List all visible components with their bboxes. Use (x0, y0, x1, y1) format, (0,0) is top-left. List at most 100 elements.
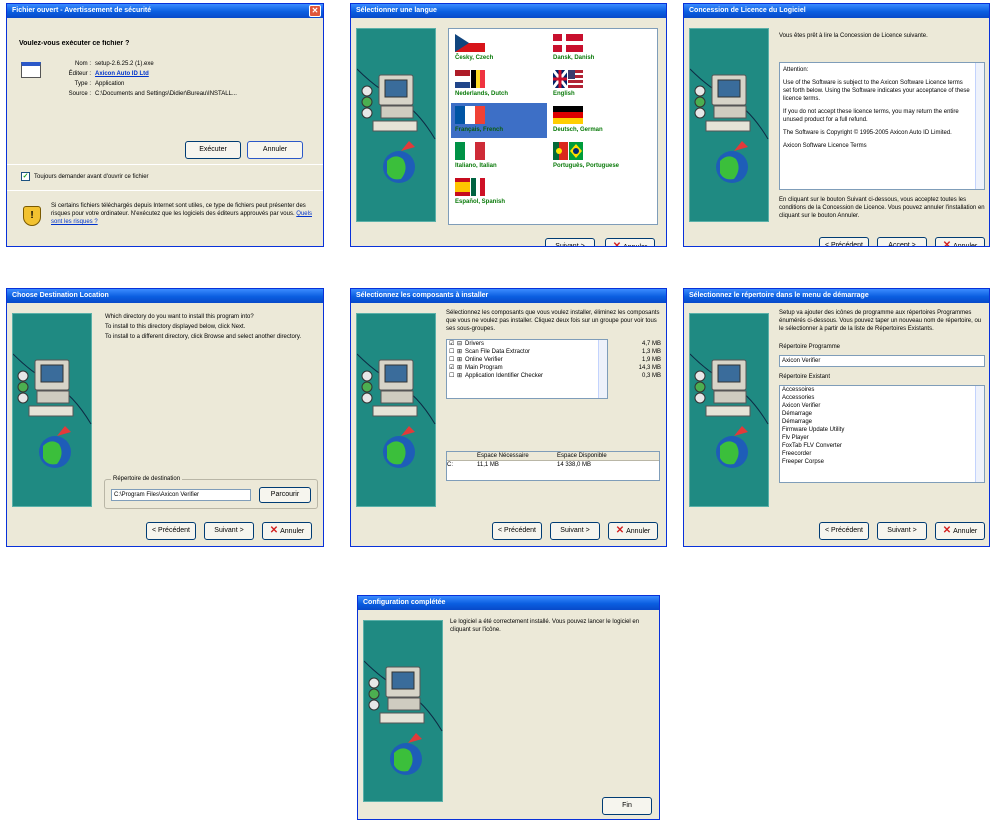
table-row: C: 11,1 MB 14 338,0 MB (447, 462, 592, 468)
program-folder-field[interactable]: Axicon Verifier (779, 355, 985, 367)
finish-button[interactable]: Fin (602, 797, 652, 815)
cancel-button[interactable]: Annuler (247, 141, 303, 159)
next-button[interactable]: Suivant > (550, 522, 600, 540)
side-artwork (689, 28, 769, 222)
cancel-button[interactable]: ✕Annuler (608, 522, 658, 540)
cancel-button[interactable]: ✕Annuler (262, 522, 312, 540)
existing-folders-list[interactable]: Accessoires Accessories Axicon Verifier … (779, 385, 985, 483)
folders-scrollbar[interactable] (975, 386, 984, 482)
application-icon (21, 62, 41, 78)
czech-flag-icon (455, 34, 485, 52)
license-scrollbar[interactable] (975, 63, 984, 189)
run-button[interactable]: Exécuter (185, 141, 241, 159)
title-bar: Concession de Licence du Logiciel (684, 4, 989, 18)
checkbox-icon[interactable]: ☐ (449, 356, 457, 364)
license-line: If you do not accept these licence terms… (783, 109, 959, 123)
components-dialog: Sélectionnez les composants à installer … (350, 288, 667, 547)
checkbox-icon[interactable]: ☐ (449, 348, 457, 356)
destination-instructions: Which directory do you want to install t… (105, 314, 302, 340)
title-bar: Configuration complétée (358, 596, 659, 610)
checkbox-icon[interactable]: ☑ (449, 364, 457, 372)
german-flag-icon (553, 106, 583, 124)
side-artwork (689, 313, 769, 507)
list-item[interactable]: Flv Player (780, 434, 984, 442)
always-ask-label[interactable]: Toujours demander avant d'ouvrir ce fich… (34, 173, 149, 181)
language-option[interactable]: Português, Portuguese (549, 139, 645, 174)
components-intro: Sélectionnez les composants que vous vou… (446, 310, 660, 332)
file-info-list: Nom : setup-2.6.25.2 (1).exe Éditeur : Axi… (47, 60, 322, 100)
existing-folders-label: Répertoire Existant (779, 374, 831, 380)
publisher-link[interactable]: Axicon Auto ID Ltd (95, 70, 149, 80)
next-button[interactable]: Suivant > (545, 238, 595, 246)
language-list[interactable]: Česky, Czech Dansk, Danish Nederlands, D… (448, 28, 658, 225)
complete-message: Le logiciel a été correctement installé.… (450, 619, 640, 633)
list-item[interactable]: FoxTab FLV Converter (780, 442, 984, 450)
back-button[interactable]: < Précédent (146, 522, 196, 540)
component-row[interactable]: ☑ ⊞ Main Program (447, 364, 607, 372)
accept-button[interactable]: Accept > (877, 237, 927, 246)
back-button[interactable]: < Précédent (819, 522, 869, 540)
language-option[interactable]: Deutsch, German (549, 103, 645, 138)
back-button[interactable]: < Précédent (819, 237, 869, 246)
license-line: Axicon Software Licence Terms (783, 143, 867, 149)
next-button[interactable]: Suivant > (204, 522, 254, 540)
cancel-button[interactable]: ✕Annuler (935, 522, 985, 540)
cancel-button[interactable]: ✕Annuler (935, 237, 985, 247)
cancel-x-icon: ✕ (612, 241, 622, 247)
close-icon[interactable]: ✕ (309, 5, 321, 17)
list-item[interactable]: Démarrage (780, 410, 984, 418)
window-title: Sélectionnez les composants à installer (356, 292, 489, 299)
component-row[interactable]: ☐ ⊞ Scan File Data Extractor (447, 348, 607, 356)
language-option[interactable]: Dansk, Danish (549, 31, 645, 66)
language-option[interactable]: Česky, Czech (451, 31, 547, 66)
warning-text: Si certains fichiers téléchargés depuis … (51, 203, 312, 225)
complete-dialog: Configuration complétée Le logiciel a ét… (357, 595, 660, 820)
component-row[interactable]: ☑ ⊟ Drivers (447, 340, 607, 348)
destination-group: Répertoire de destination C:\Program Fil… (104, 475, 318, 509)
destination-path-field[interactable]: C:\Program Files\Axicon Verifier (111, 489, 251, 501)
side-artwork (363, 620, 443, 802)
components-list[interactable]: ☑ ⊟ Drivers ☐ ⊞ Scan File Data Extractor ☐ ⊞ O… (446, 339, 608, 399)
window-title: Sélectionner une langue (356, 7, 437, 14)
file-type: Application (95, 81, 125, 87)
list-item[interactable]: Freecorder (780, 450, 984, 458)
license-line: The Software is Copyright © 1995-2005 Ax… (783, 130, 952, 136)
window-title: Configuration complétée (363, 599, 446, 606)
list-item[interactable]: Accessoires (780, 386, 984, 394)
field-label: Éditeur : (68, 71, 91, 77)
components-scrollbar[interactable] (598, 340, 607, 398)
list-item[interactable]: Firmware Update Utility (780, 426, 984, 434)
checkbox-icon[interactable]: ☑ (449, 340, 457, 348)
danish-flag-icon (553, 34, 583, 52)
back-button[interactable]: < Précédent (492, 522, 542, 540)
component-sizes: 4,7 MB 1,3 MB 1,9 MB 14,3 MB 0,3 MB (638, 341, 661, 379)
cancel-x-icon: ✕ (942, 240, 952, 247)
next-button[interactable]: Suivant > (877, 522, 927, 540)
disk-space-table: Espace Nécessaire Espace Disponible C: 1… (446, 451, 660, 481)
license-text-box[interactable]: Attention: Use of the Software is subjec… (779, 62, 985, 190)
component-row[interactable]: ☐ ⊞ Online Verifier (447, 356, 607, 364)
list-item[interactable]: Accessories (780, 394, 984, 402)
startmenu-intro: Setup va ajouter des icônes de programme… (779, 310, 982, 332)
side-artwork (356, 313, 436, 507)
language-option[interactable]: English (549, 67, 645, 102)
list-item[interactable]: Freeper Corpse (780, 458, 984, 466)
browse-button[interactable]: Parcourir (259, 487, 311, 503)
destination-group-label: Répertoire de destination (111, 475, 183, 483)
cancel-x-icon: ✕ (942, 525, 952, 536)
always-ask-checkbox[interactable]: ✓ (21, 172, 30, 181)
spanish-flag-icon (455, 178, 485, 196)
language-option-selected[interactable]: Français, French (451, 103, 547, 138)
field-label: Nom : (74, 61, 91, 67)
license-dialog: Concession de Licence du Logiciel Vous ê… (683, 3, 990, 247)
security-warning-dialog: Fichier ouvert - Avertissement de sécuri… (6, 3, 324, 247)
program-folder-label: Répertoire Programme (779, 344, 841, 350)
language-option[interactable]: Español, Spanish (451, 175, 547, 210)
language-option[interactable]: Nederlands, Dutch (451, 67, 547, 102)
list-item[interactable]: Axicon Verifier (780, 402, 984, 410)
component-row[interactable]: ☐ ⊞ Application Identifier Checker (447, 372, 607, 380)
list-item[interactable]: Démarrage (780, 418, 984, 426)
cancel-button[interactable]: ✕Annuler (605, 238, 655, 247)
checkbox-icon[interactable]: ☐ (449, 372, 457, 380)
language-option[interactable]: Italiano, Italian (451, 139, 547, 174)
